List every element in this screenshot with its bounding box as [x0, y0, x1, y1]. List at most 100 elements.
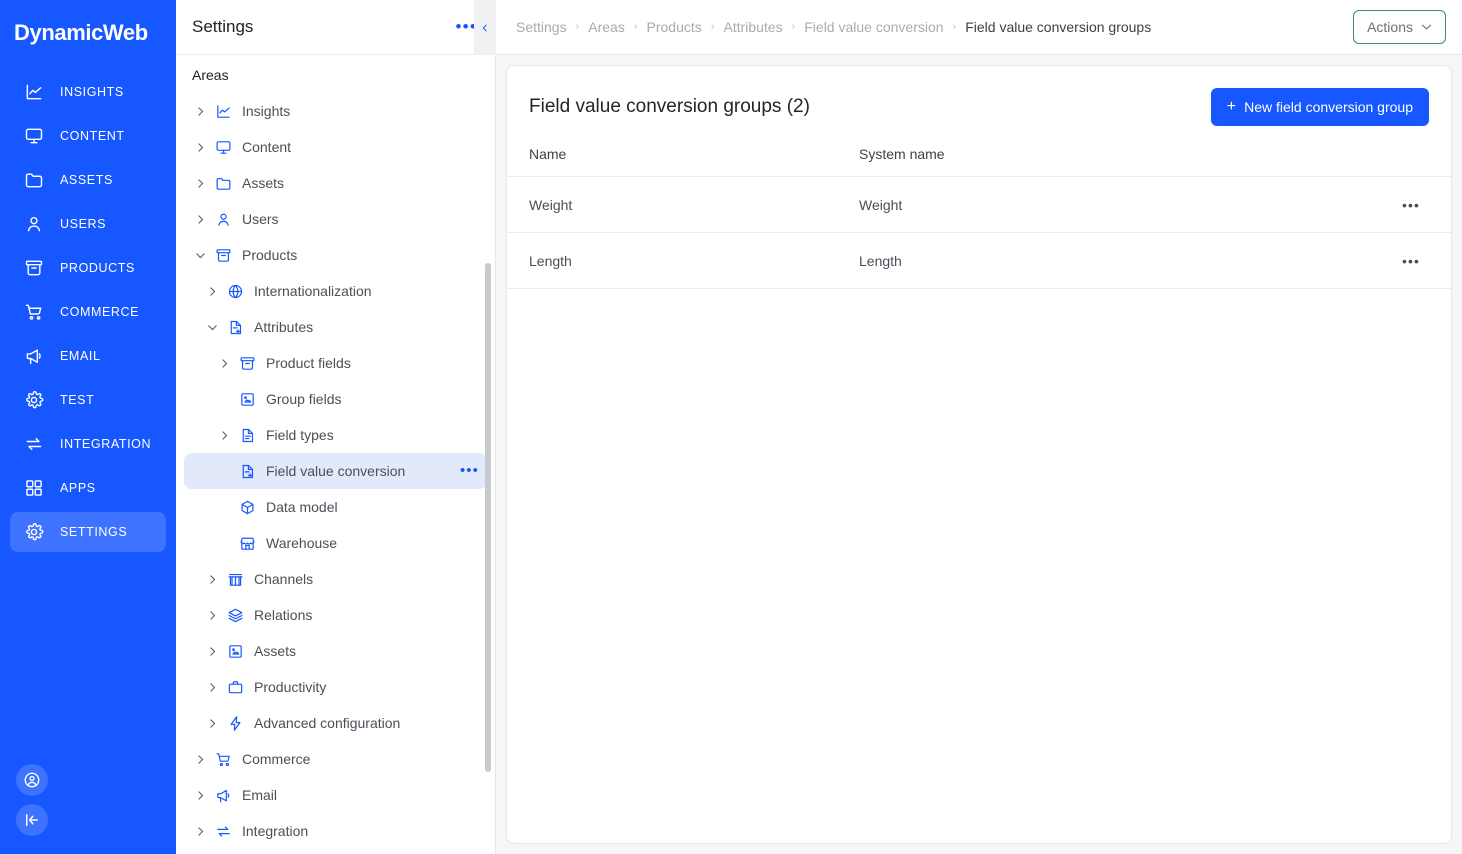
rail-item-assets[interactable]: ASSETS [10, 160, 166, 200]
chevron-right-icon[interactable] [216, 427, 232, 443]
tree-node-data-model[interactable]: Data model••• [184, 489, 487, 525]
tree-node-label: Channels [254, 571, 314, 587]
row-more-icon[interactable]: ••• [1391, 176, 1451, 233]
rail-item-email[interactable]: EMAIL [10, 336, 166, 376]
cell-system-name: Weight [837, 176, 1391, 233]
row-more-icon[interactable]: ••• [1391, 232, 1451, 289]
breadcrumb: Settings › Areas › Products › Attributes › Field… [516, 19, 1353, 35]
tree-node-list: Insights•••Content•••Assets•••Users•••Pr… [176, 93, 495, 849]
cube-icon [238, 498, 256, 516]
chevron-down-icon[interactable] [192, 247, 208, 263]
storefront-icon [238, 534, 256, 552]
tree-node-label: Field types [266, 427, 334, 443]
tree-node-label: Field value conversion [266, 463, 406, 479]
tree-node-assets[interactable]: Assets••• [184, 633, 487, 669]
table-row[interactable]: Weight Weight ••• [507, 176, 1451, 233]
chevron-right-icon[interactable] [204, 571, 220, 587]
new-field-conversion-group-button[interactable]: + New field conversion group [1210, 88, 1429, 126]
user-icon [24, 214, 44, 234]
chevron-right-icon[interactable] [204, 715, 220, 731]
breadcrumb-separator: › [791, 21, 796, 33]
rail-item-test[interactable]: TEST [10, 380, 166, 420]
tree-node-internationalization[interactable]: Internationalization••• [184, 273, 487, 309]
chevron-right-icon[interactable] [204, 643, 220, 659]
tree-node-insights[interactable]: Insights••• [184, 93, 487, 129]
tree-node-relations[interactable]: Relations••• [184, 597, 487, 633]
chevron-right-icon[interactable] [204, 679, 220, 695]
rail-item-integration[interactable]: INTEGRATION [10, 424, 166, 464]
account-circle-icon[interactable] [16, 764, 48, 796]
column-header-name[interactable]: Name [507, 140, 837, 177]
table-body: Weight Weight ••• Length Length ••• [507, 176, 1451, 289]
chevron-right-icon[interactable] [192, 103, 208, 119]
breadcrumb-item[interactable]: Settings [516, 19, 567, 35]
tree-scrollbar[interactable] [485, 263, 491, 772]
breadcrumb-item[interactable]: Products [647, 19, 702, 35]
chevron-right-icon[interactable] [192, 787, 208, 803]
tree-node-content[interactable]: Content••• [184, 129, 487, 165]
tree-node-label: Productivity [254, 679, 327, 695]
new-button-label: New field conversion group [1244, 99, 1413, 115]
breadcrumb-item[interactable]: Areas [588, 19, 625, 35]
actions-button[interactable]: Actions [1353, 10, 1446, 44]
rail-item-label: COMMERCE [60, 305, 140, 319]
tree-node-advanced-configuration[interactable]: Advanced configuration••• [184, 705, 487, 741]
rail-item-commerce[interactable]: COMMERCE [10, 292, 166, 332]
tree-node-products[interactable]: Products••• [184, 237, 487, 273]
tree-node-channels[interactable]: Channels••• [184, 561, 487, 597]
chevron-right-icon[interactable] [192, 211, 208, 227]
column-header-system-name[interactable]: System name [837, 140, 1391, 177]
tree-node-label: Group fields [266, 391, 342, 407]
tree-node-field-types[interactable]: Field types••• [184, 417, 487, 453]
conversion-groups-card: Field value conversion groups (2) + New … [506, 65, 1452, 844]
monitor-icon [24, 126, 44, 146]
tree-node-label: Warehouse [266, 535, 338, 551]
actions-button-label: Actions [1367, 19, 1413, 35]
main-body: Field value conversion groups (2) + New … [496, 55, 1462, 854]
tree-node-field-value-conversion[interactable]: Field value conversion ••• [184, 453, 487, 489]
chevron-down-icon[interactable] [204, 319, 220, 335]
tree-node-productivity[interactable]: Productivity••• [184, 669, 487, 705]
chevron-right-icon[interactable] [192, 823, 208, 839]
tree-node-commerce[interactable]: Commerce••• [184, 741, 487, 777]
tree-node-integration[interactable]: Integration••• [184, 813, 487, 849]
tree-node-group-fields[interactable]: Group fields••• [184, 381, 487, 417]
conversion-groups-table: Name System name Weight Weight ••• Length Le… [507, 140, 1451, 289]
breadcrumb-item[interactable]: Attributes [723, 19, 782, 35]
layers-icon [226, 606, 244, 624]
tree-node-label: Data model [266, 499, 338, 515]
chevron-right-icon[interactable] [192, 139, 208, 155]
breadcrumb-separator: › [710, 21, 715, 33]
breadcrumb-item[interactable]: Field value conversion [804, 19, 943, 35]
tree-node-users[interactable]: Users••• [184, 201, 487, 237]
chevron-left-icon[interactable] [474, 0, 496, 55]
tree-node-warehouse[interactable]: Warehouse••• [184, 525, 487, 561]
app-root: DynamicWeb INSIGHTS CONTENT ASSETS USERS PRO… [0, 0, 1462, 854]
tree-node-attributes[interactable]: Attributes••• [184, 309, 487, 345]
tree-node-email[interactable]: Email••• [184, 777, 487, 813]
rail-item-settings[interactable]: SETTINGS [10, 512, 166, 552]
table-row[interactable]: Length Length ••• [507, 232, 1451, 289]
rail-item-content[interactable]: CONTENT [10, 116, 166, 156]
chevron-right-icon[interactable] [216, 355, 232, 371]
tree-node-more-icon[interactable]: ••• [460, 463, 479, 478]
main-content: Settings › Areas › Products › Attributes › Field… [496, 0, 1462, 854]
rail-item-apps[interactable]: APPS [10, 468, 166, 508]
tree-node-assets[interactable]: Assets••• [184, 165, 487, 201]
tree-node-label: Relations [254, 607, 313, 623]
rail-item-label: ASSETS [60, 173, 113, 187]
collapse-left-icon[interactable] [16, 804, 48, 836]
store-icon [226, 570, 244, 588]
user-icon [214, 210, 232, 228]
chevron-right-icon[interactable] [204, 283, 220, 299]
chevron-right-icon[interactable] [192, 175, 208, 191]
chart-line-icon [24, 82, 44, 102]
rail-item-users[interactable]: USERS [10, 204, 166, 244]
rail-item-products[interactable]: PRODUCTS [10, 248, 166, 288]
chevron-right-icon[interactable] [192, 751, 208, 767]
chevron-right-icon[interactable] [204, 607, 220, 623]
tree-node-label: Email [242, 787, 278, 803]
rail-item-insights[interactable]: INSIGHTS [10, 72, 166, 112]
tree-node-label: Advanced configuration [254, 715, 401, 731]
tree-node-product-fields[interactable]: Product fields••• [184, 345, 487, 381]
